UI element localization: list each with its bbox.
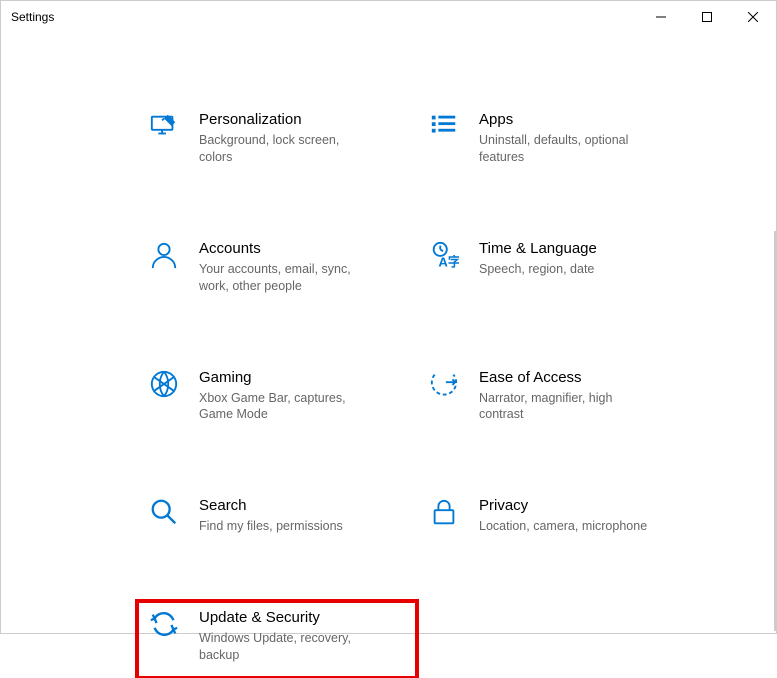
tile-title: Privacy [479,497,687,514]
tile-desc: Background, lock screen, colors [199,132,369,166]
search-icon [147,497,181,531]
tile-title: Time & Language [479,240,687,257]
title-bar: Settings [1,1,776,33]
apps-icon [427,111,461,145]
svg-text:A字: A字 [438,253,459,269]
tile-update-security[interactable]: Update & Security Windows Update, recove… [137,601,417,678]
minimize-button[interactable] [638,1,684,33]
tile-title: Update & Security [199,609,407,626]
tile-desc: Uninstall, defaults, optional features [479,132,649,166]
window-controls [638,1,776,33]
window-title: Settings [11,10,638,24]
update-security-icon [147,609,181,643]
tile-title: Search [199,497,407,514]
tile-apps[interactable]: Apps Uninstall, defaults, optional featu… [417,103,697,180]
tile-personalization[interactable]: Personalization Background, lock screen,… [137,103,417,180]
tile-accounts[interactable]: Accounts Your accounts, email, sync, wor… [137,232,417,309]
ease-of-access-icon [427,369,461,403]
tile-time-language[interactable]: A字 Time & Language Speech, region, date [417,232,697,309]
privacy-icon [427,497,461,531]
tile-search[interactable]: Search Find my files, permissions [137,489,417,549]
tile-title: Personalization [199,111,407,128]
tile-title: Accounts [199,240,407,257]
tile-desc: Location, camera, microphone [479,518,649,535]
tile-desc: Find my files, permissions [199,518,369,535]
tile-gaming[interactable]: Gaming Xbox Game Bar, captures, Game Mod… [137,361,417,438]
tile-desc: Windows Update, recovery, backup [199,630,369,664]
close-button[interactable] [730,1,776,33]
tile-desc: Speech, region, date [479,261,649,278]
personalization-icon [147,111,181,145]
tile-ease-of-access[interactable]: Ease of Access Narrator, magnifier, high… [417,361,697,438]
gaming-icon [147,369,181,403]
tile-desc: Your accounts, email, sync, work, other … [199,261,369,295]
maximize-button[interactable] [684,1,730,33]
settings-grid-container: Personalization Background, lock screen,… [1,33,776,678]
tile-privacy[interactable]: Privacy Location, camera, microphone [417,489,697,549]
accounts-icon [147,240,181,274]
scrollbar[interactable] [774,231,776,631]
tile-desc: Narrator, magnifier, high contrast [479,390,649,424]
tile-title: Ease of Access [479,369,687,386]
tile-title: Apps [479,111,687,128]
tile-desc: Xbox Game Bar, captures, Game Mode [199,390,369,424]
time-language-icon: A字 [427,240,461,274]
tile-title: Gaming [199,369,407,386]
